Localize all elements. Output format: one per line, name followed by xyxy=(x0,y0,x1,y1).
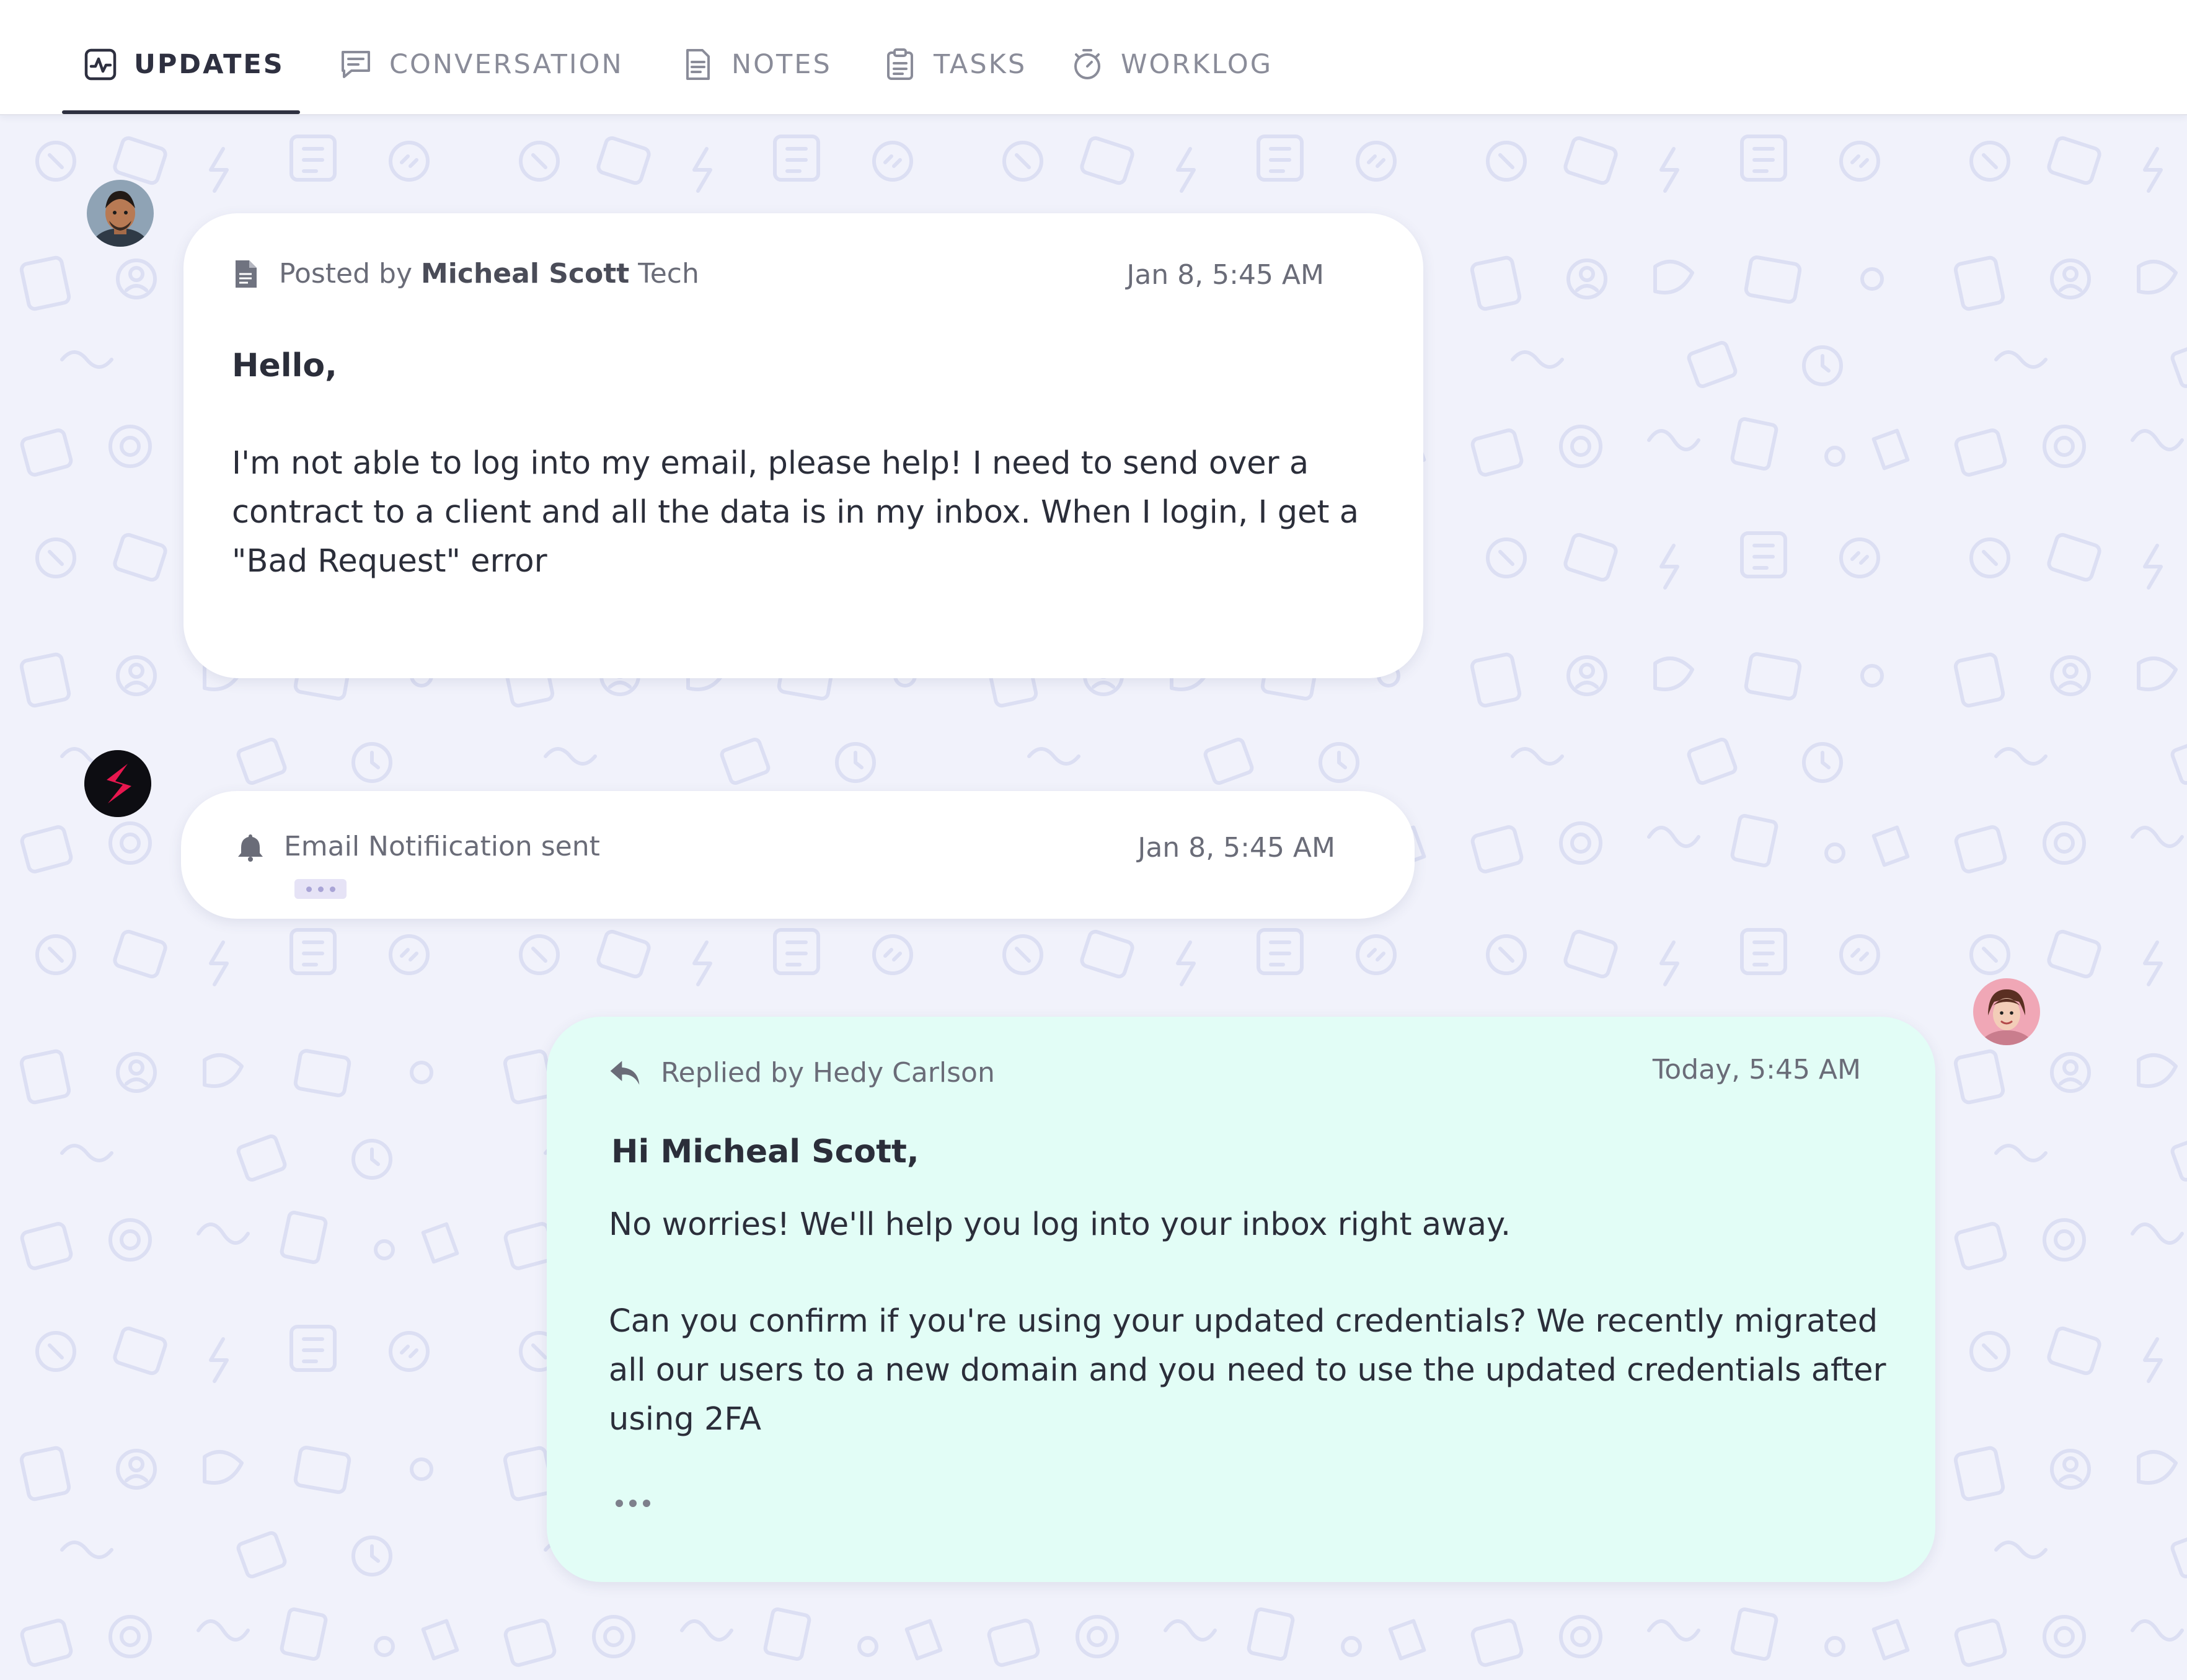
post-author[interactable]: Micheal Scott xyxy=(421,258,629,290)
expand-dots-button[interactable] xyxy=(294,879,347,899)
post-card: Posted by Micheal Scott Tech Jan 8, 5:45… xyxy=(183,213,1423,678)
person-avatar-icon xyxy=(87,180,154,247)
post-greeting: Hello, xyxy=(232,347,337,384)
avatar-micheal-scott[interactable] xyxy=(87,180,154,247)
brand-logo-avatar xyxy=(84,750,151,817)
post-timestamp: Jan 8, 5:45 AM xyxy=(1126,259,1324,291)
post-body: I'm not able to log into my email, pleas… xyxy=(232,445,1359,580)
post-prefix: Posted by xyxy=(279,258,413,290)
reply-meta: Replied by Hedy Carlson xyxy=(608,1055,995,1090)
person-avatar-icon xyxy=(1973,978,2040,1045)
document-icon xyxy=(236,260,257,288)
notification-meta: Email Notifiication sent xyxy=(236,831,600,862)
tab-label: UPDATES xyxy=(134,49,285,80)
active-tab-indicator xyxy=(62,110,300,114)
reply-card: Replied by Hedy Carlson Today, 5:45 AM H… xyxy=(547,1017,1935,1582)
reply-label: Replied by Hedy Carlson xyxy=(661,1056,995,1089)
reply-timestamp: Today, 5:45 AM xyxy=(1652,1054,1861,1085)
tab-updates[interactable]: UPDATES xyxy=(83,38,285,91)
tab-tasks[interactable]: TASKS xyxy=(883,38,1027,91)
reply-first-line: No worries! We'll help you log into your… xyxy=(609,1206,1511,1243)
tab-notes[interactable]: NOTES xyxy=(681,38,832,91)
clipboard-icon xyxy=(887,48,913,80)
reply-body: Can you confirm if you're using your upd… xyxy=(609,1303,1886,1438)
more-options-button[interactable] xyxy=(611,1494,655,1513)
tab-label: TASKS xyxy=(934,49,1027,80)
chat-icon xyxy=(342,51,370,78)
reply-icon xyxy=(610,1061,640,1085)
tab-bar: UPDATES CONVERSATION NOTES TASKS WORKLOG xyxy=(0,0,2187,115)
tab-label: CONVERSATION xyxy=(389,49,624,80)
notification-timestamp: Jan 8, 5:45 AM xyxy=(1138,832,1335,864)
post-author-suffix: Tech xyxy=(638,258,699,290)
bell-icon xyxy=(238,834,263,862)
stopwatch-icon xyxy=(1074,49,1100,79)
avatar-hedy-carlson[interactable] xyxy=(1973,978,2040,1045)
tab-label: NOTES xyxy=(731,49,832,80)
reply-greeting: Hi Micheal Scott, xyxy=(611,1133,919,1170)
notification-text: Email Notifiication sent xyxy=(284,831,600,862)
tab-label: WORKLOG xyxy=(1121,49,1273,80)
activity-icon xyxy=(84,48,117,81)
brand-logo-icon xyxy=(84,750,151,817)
tab-worklog[interactable]: WORKLOG xyxy=(1070,38,1273,91)
tab-conversation[interactable]: CONVERSATION xyxy=(338,38,624,91)
note-icon xyxy=(686,49,710,80)
notification-card: Email Notifiication sent Jan 8, 5:45 AM xyxy=(181,791,1415,919)
post-meta: Posted by Micheal Scott Tech xyxy=(231,258,699,290)
